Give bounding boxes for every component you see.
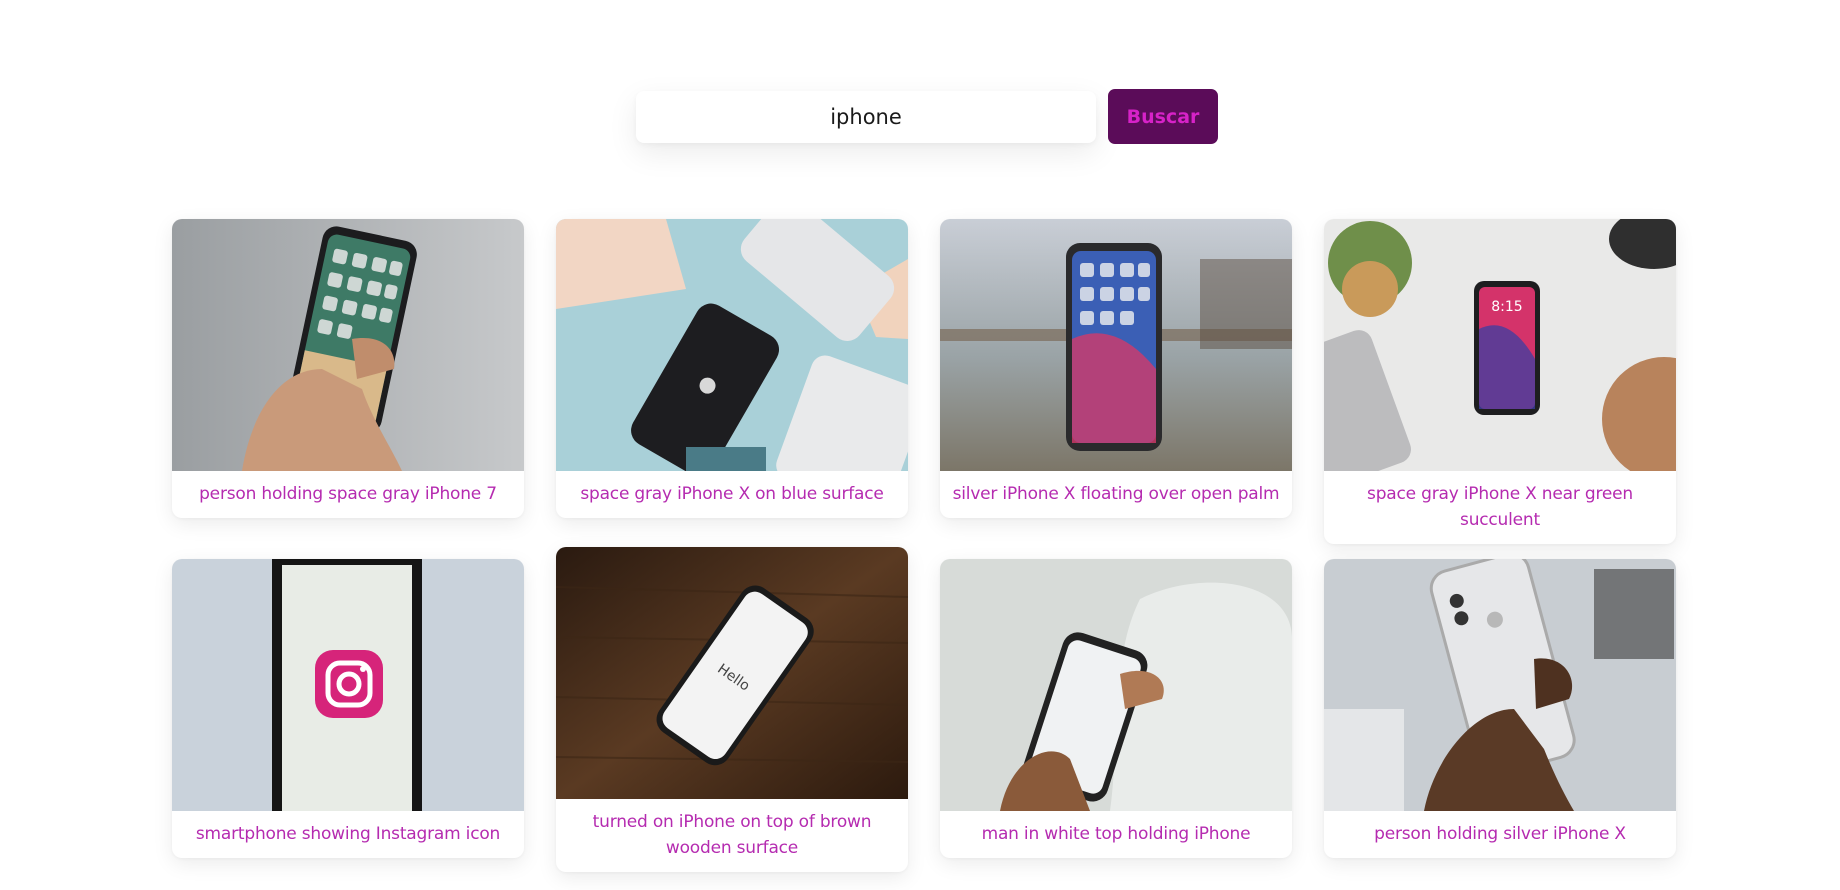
result-card[interactable]: person holding space gray iPhone 7 (172, 219, 524, 518)
result-image[interactable]: 8:15 (1324, 219, 1676, 471)
result-caption: silver iPhone X floating over open palm (952, 484, 1280, 504)
search-input[interactable] (636, 90, 1096, 143)
result-card[interactable]: 8:15 space gray iPhone X near green succ… (1324, 219, 1676, 544)
result-image[interactable] (940, 559, 1292, 811)
result-caption: space gray iPhone X on blue surface (580, 484, 884, 504)
search-button[interactable]: Buscar (1108, 89, 1218, 144)
svg-text:8:15: 8:15 (1491, 299, 1522, 315)
result-card[interactable]: silver iPhone X floating over open palm (940, 219, 1292, 518)
result-image[interactable] (940, 219, 1292, 471)
instagram-icon (315, 650, 383, 718)
result-image[interactable] (172, 219, 524, 471)
result-caption: space gray iPhone X near green succulent (1367, 484, 1633, 530)
result-card[interactable]: space gray iPhone X on blue surface (556, 219, 908, 518)
result-card[interactable]: person holding silver iPhone X (1324, 559, 1676, 858)
result-image[interactable] (1324, 559, 1676, 811)
result-card[interactable]: Hello turned on iPhone on top of brown w… (556, 547, 908, 872)
result-caption: person holding space gray iPhone 7 (199, 484, 497, 504)
result-caption: smartphone showing Instagram icon (195, 824, 501, 844)
result-caption: man in white top holding iPhone (981, 824, 1251, 844)
search-bar: Buscar (636, 89, 1218, 144)
result-caption: person holding silver iPhone X (1374, 824, 1626, 844)
result-image[interactable]: Hello (556, 547, 908, 799)
result-card[interactable]: smartphone showing Instagram icon (172, 559, 524, 858)
result-image[interactable] (172, 559, 524, 811)
result-image[interactable] (556, 219, 908, 471)
result-caption: turned on iPhone on top of brown wooden … (592, 812, 872, 858)
result-card[interactable]: man in white top holding iPhone (940, 559, 1292, 858)
